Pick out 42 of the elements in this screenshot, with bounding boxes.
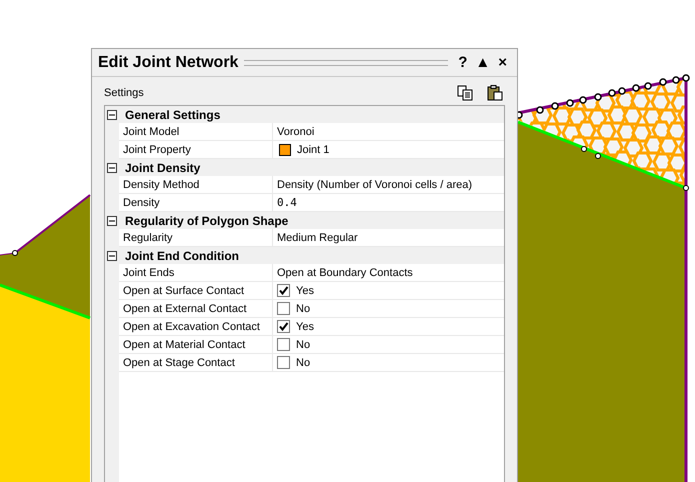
property-value: Open at Boundary Contacts — [277, 266, 413, 278]
property-value: Density (Number of Voronoi cells / area) — [277, 178, 472, 190]
property-name: Open at Stage Contact — [119, 354, 273, 371]
property-name: Open at Excavation Contact — [119, 318, 273, 335]
property-name: Density Method — [119, 176, 273, 193]
property-name: Open at Material Contact — [119, 336, 273, 353]
collapse-toggle[interactable] — [107, 162, 117, 172]
collapse-toggle[interactable] — [107, 250, 117, 260]
property-value: Yes — [296, 320, 314, 332]
collapse-button[interactable]: ▲ — [471, 54, 494, 71]
property-name: Regularity — [119, 229, 273, 246]
section-header: Joint End Condition — [124, 248, 239, 262]
checkbox[interactable] — [277, 302, 290, 315]
close-button[interactable]: × — [494, 54, 511, 71]
dialog-title: Edit Joint Network — [98, 54, 238, 72]
section-header: General Settings — [124, 108, 220, 122]
property-value: Medium Regular — [277, 232, 358, 244]
property-value: 0.4 — [277, 196, 297, 209]
property-value: No — [296, 338, 310, 350]
property-value: Voronoi — [277, 126, 314, 138]
property-name: Joint Ends — [119, 264, 273, 281]
settings-label: Settings — [104, 87, 145, 99]
property-name: Density — [119, 194, 273, 211]
property-name: Joint Model — [119, 123, 273, 140]
property-value: Joint 1 — [297, 144, 330, 156]
paste-icon[interactable] — [487, 85, 503, 101]
property-value: No — [296, 302, 310, 314]
checkbox[interactable] — [277, 284, 290, 297]
collapse-toggle[interactable] — [107, 110, 117, 120]
copy-icon[interactable] — [457, 85, 473, 101]
help-button[interactable]: ? — [454, 54, 472, 71]
checkbox[interactable] — [277, 320, 290, 333]
checkbox[interactable] — [277, 338, 290, 351]
section-header: Regularity of Polygon Shape — [124, 214, 288, 228]
property-name: Open at External Contact — [119, 300, 273, 317]
property-name: Open at Surface Contact — [119, 282, 273, 299]
checkbox[interactable] — [277, 356, 290, 369]
collapse-toggle[interactable] — [107, 216, 117, 226]
section-header: Joint Density — [124, 160, 200, 174]
property-value: No — [296, 356, 310, 368]
property-value: Yes — [296, 284, 314, 296]
property-name: Joint Property — [119, 141, 273, 158]
